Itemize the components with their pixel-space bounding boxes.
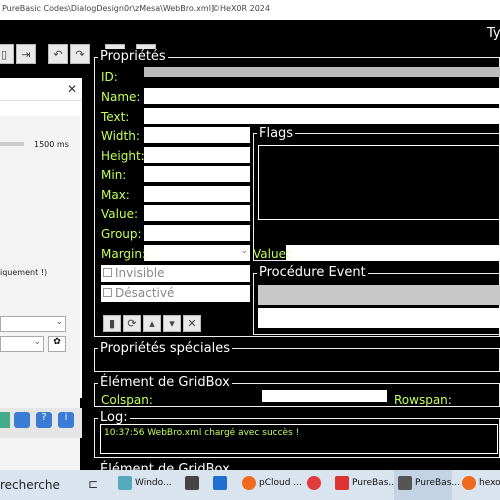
- close-small-icon[interactable]: ✕: [183, 315, 201, 332]
- invisible-checkbox[interactable]: [103, 268, 112, 277]
- flags-title: Flags: [257, 126, 296, 141]
- firefox-icon: [242, 476, 256, 490]
- min-field[interactable]: [144, 166, 250, 182]
- background-window-buttons: ? i: [0, 408, 82, 438]
- firefox-icon: [462, 476, 476, 490]
- background-text: iquement !): [0, 268, 48, 277]
- purebasic-icon: [335, 476, 349, 490]
- desactive-checkbox[interactable]: [103, 288, 112, 297]
- special-title: Propriétés spéciales: [98, 341, 232, 356]
- log-area[interactable]: 10:37:56 WebBro.xml chargé avec succès !: [100, 424, 498, 454]
- height-label: Height:: [101, 149, 145, 163]
- value2-label: Value:: [253, 247, 290, 261]
- invisible-checkbox-row[interactable]: Invisible: [101, 265, 250, 282]
- shield-icon[interactable]: [0, 412, 10, 428]
- height-field[interactable]: [144, 147, 250, 163]
- name-label: Name:: [101, 90, 141, 104]
- tools-icon: [398, 476, 412, 490]
- background-window: ✕ 1500 ms iquement !) ⌄ ⌄ ✿ ? i: [0, 78, 82, 471]
- text-field[interactable]: [144, 108, 500, 124]
- procedure-field[interactable]: [258, 308, 500, 328]
- window-icon: [118, 476, 132, 490]
- group-label: Group:: [101, 227, 142, 241]
- taskbar-item-mail[interactable]: [213, 476, 227, 490]
- width-label: Width:: [101, 129, 140, 143]
- taskbar-item-hexor[interactable]: hexor: [462, 476, 500, 490]
- id-label: ID:: [101, 70, 118, 84]
- max-label: Max:: [101, 188, 130, 202]
- colspan-field[interactable]: [262, 390, 387, 402]
- undo-icon[interactable]: ↶: [48, 44, 68, 64]
- invisible-label: Invisible: [115, 266, 165, 280]
- colspan-label: Colspan:: [101, 393, 153, 407]
- open-icon[interactable]: ▯: [0, 44, 14, 64]
- window-title-copyright: ©HeX0R 2024: [212, 4, 270, 13]
- taskbar-item-app[interactable]: [185, 476, 199, 490]
- refresh-icon[interactable]: ⟳: [123, 315, 141, 332]
- paypal-icon[interactable]: [14, 412, 30, 428]
- procedure-title: Procédure Event: [257, 265, 368, 280]
- desactive-checkbox-row[interactable]: Désactivé: [101, 285, 250, 302]
- taskbar-item-pcloud[interactable]: pCloud ...: [242, 476, 302, 490]
- task-view-icon[interactable]: ⊏: [88, 477, 98, 491]
- slider-value: 1500 ms: [34, 140, 69, 149]
- slider-track[interactable]: [0, 142, 24, 146]
- import-icon[interactable]: ⇥: [16, 44, 36, 64]
- width-field[interactable]: [144, 127, 250, 143]
- properties-title: Propriétés: [98, 49, 168, 64]
- procedure-combo[interactable]: [258, 285, 500, 305]
- value-label: Value:: [101, 207, 138, 221]
- group-field[interactable]: [144, 225, 250, 241]
- taskbar-item-purebasic-2[interactable]: PureBas...: [398, 476, 460, 490]
- text-label: Text:: [101, 110, 130, 124]
- down-icon[interactable]: ▾: [163, 315, 181, 332]
- value-field[interactable]: [144, 205, 250, 221]
- margin-field[interactable]: ⌄: [144, 245, 250, 261]
- taskbar: recherche ⊏ Windo... pCloud ... PureBas.…: [0, 470, 500, 500]
- desactive-label: Désactivé: [115, 286, 175, 300]
- taskbar-item-window[interactable]: Windo...: [118, 476, 172, 490]
- taskbar-search[interactable]: recherche: [0, 478, 60, 492]
- close-icon[interactable]: ✕: [67, 82, 77, 96]
- delete-icon[interactable]: ▮: [103, 315, 121, 332]
- combo-box[interactable]: ⌄: [0, 316, 66, 332]
- redo-icon[interactable]: ↷: [70, 44, 90, 64]
- toolbar: ▯ ⇥ ↶ ↷ ⧉ ▭ Ty: [0, 20, 500, 64]
- taskbar-item-vivaldi[interactable]: [307, 476, 321, 490]
- app-icon: [185, 476, 199, 490]
- name-field[interactable]: [144, 88, 500, 104]
- taskbar-item-purebasic[interactable]: PureBas...: [335, 476, 397, 490]
- up-icon[interactable]: ▴: [143, 315, 161, 332]
- value2-field[interactable]: [286, 245, 500, 261]
- window-titlebar: PureBasic Codes\DialogDesign0r\zMesa\Web…: [0, 0, 500, 20]
- gridbox-title: Élément de GridBox: [98, 375, 232, 390]
- vivaldi-icon: [307, 476, 321, 490]
- max-field[interactable]: [144, 186, 250, 202]
- info-icon[interactable]: i: [58, 412, 74, 428]
- id-field[interactable]: [144, 67, 500, 77]
- log-title: Log:: [98, 410, 130, 425]
- help-icon[interactable]: ?: [36, 412, 52, 428]
- window-title-path: PureBasic Codes\DialogDesign0r\zMesa\Web…: [2, 4, 215, 13]
- toolbar-right-text: Ty: [487, 26, 500, 41]
- margin-label: Margin:: [101, 247, 147, 261]
- palette-icon[interactable]: ✿: [48, 336, 66, 352]
- flags-list[interactable]: [258, 145, 500, 220]
- log-entry: 10:37:56 WebBro.xml chargé avec succès !: [104, 428, 300, 438]
- combo-box-2[interactable]: ⌄: [0, 336, 44, 352]
- background-window-header: ✕: [0, 78, 82, 101]
- rowspan-label: Rowspan:: [394, 393, 452, 407]
- mail-icon: [213, 476, 227, 490]
- min-label: Min:: [101, 168, 127, 182]
- chevron-down-icon: ⌄: [240, 246, 248, 256]
